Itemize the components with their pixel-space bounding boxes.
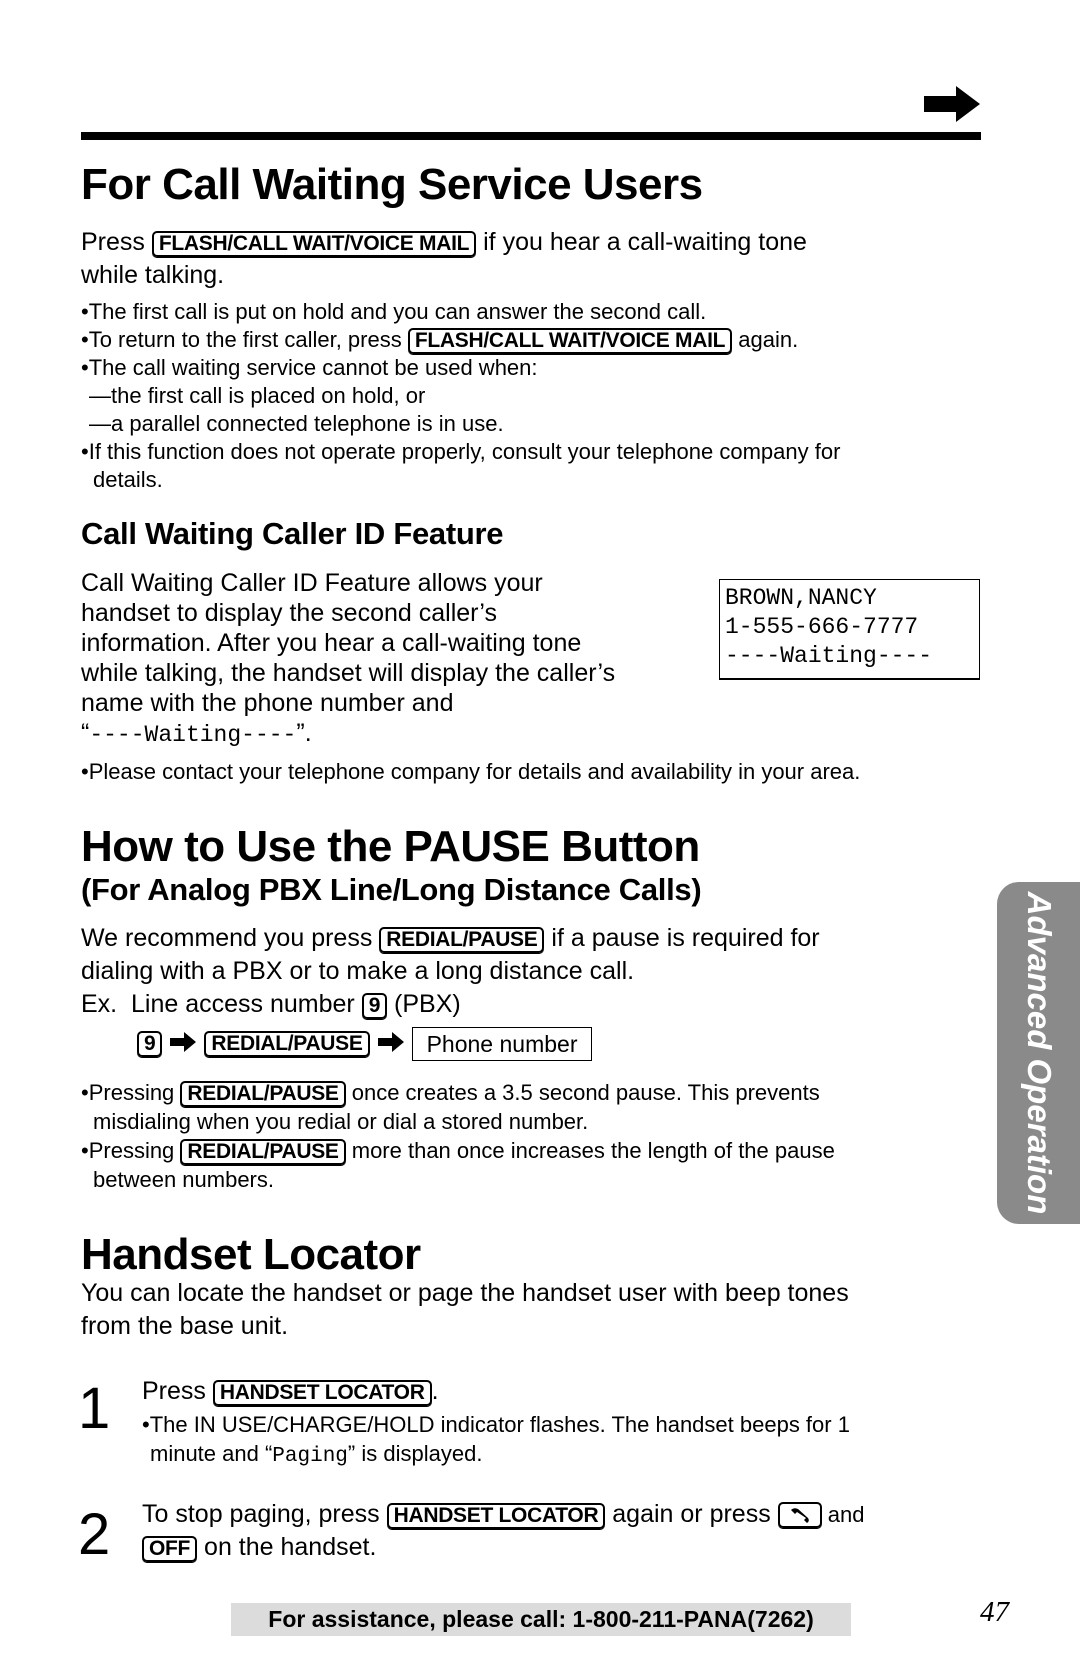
bullet-text: •Pressing <box>81 1138 181 1164</box>
step-1: Press HANDSET LOCATOR. •The IN USE/CHARG… <box>142 1374 982 1471</box>
bullet-text: •Pressing <box>81 1080 181 1105</box>
desc-line: information. After you hear a call-waiti… <box>81 629 582 657</box>
intro-line: from the base unit. <box>81 1312 289 1340</box>
bullet-text-after: more than once increases the length of t… <box>345 1138 835 1164</box>
section-side-tab: Advanced Operation <box>997 882 1080 1224</box>
paging-text: Paging <box>272 1445 348 1468</box>
step-text-after: and <box>821 1502 865 1527</box>
intro-text-after: if you hear a call-waiting tone <box>476 228 807 256</box>
redial-pause-key: REDIAL/PAUSE <box>180 1139 346 1166</box>
sub-bullet-item: —the first call is placed on hold, or <box>89 383 426 409</box>
off-key: OFF <box>142 1536 198 1563</box>
desc-line: while talking, the handset will display … <box>81 659 616 687</box>
digit-9-key: 9 <box>361 993 388 1020</box>
bullet-text-after: once creates a 3.5 second pause. This pr… <box>345 1080 820 1105</box>
pause-flow-diagram: 9 REDIAL/PAUSE Phone number <box>137 1027 593 1061</box>
display-line-number: 1-555-666-7777 <box>725 614 919 640</box>
bullet-item: •Pressing REDIAL/PAUSE more than once in… <box>81 1136 981 1166</box>
flash-call-wait-key: FLASH/CALL WAIT/VOICE MAIL <box>407 328 733 355</box>
desc-line: handset to display the second caller’s <box>81 599 498 627</box>
step-text: To stop paging, press <box>142 1500 387 1528</box>
note-text-after: ” is displayed. <box>347 1441 483 1466</box>
step-text-line2: on the handset. <box>197 1533 377 1561</box>
step-2-line2: OFF on the handset. <box>142 1531 982 1563</box>
section-title-pause: How to Use the PAUSE Button <box>81 822 700 871</box>
locator-intro: You can locate the handset or page the h… <box>81 1277 981 1343</box>
caller-id-note: •Please contact your telephone company f… <box>81 759 861 784</box>
step-1-note: •The IN USE/CHARGE/HOLD indicator flashe… <box>142 1410 982 1471</box>
step-number: 1 <box>78 1376 111 1441</box>
pause-bullets: •Pressing REDIAL/PAUSE once creates a 3.… <box>81 1078 981 1194</box>
step-text-middle: again or press <box>605 1500 778 1528</box>
bullet-item-cont: between numbers. <box>93 1167 274 1193</box>
step-number: 2 <box>78 1502 111 1567</box>
desc-line: “----Waiting----”. <box>81 718 681 750</box>
note-line: minute and “Paging” is displayed. <box>142 1439 982 1471</box>
intro-text: We recommend you press <box>81 924 380 952</box>
bullet-item-cont: misdialing when you redial or dial a sto… <box>93 1109 589 1135</box>
sub-bullet-item: —a parallel connected telephone is in us… <box>89 411 504 437</box>
bullet-item: •To return to the first caller, press FL… <box>81 326 981 355</box>
example-text: Ex. Line access number <box>81 990 362 1018</box>
waiting-text: ----Waiting---- <box>89 722 297 748</box>
section-subtitle-pause: (For Analog PBX Line/Long Distance Calls… <box>81 872 702 907</box>
bullet-item: •Pressing REDIAL/PAUSE once creates a 3.… <box>81 1078 981 1108</box>
call-waiting-intro: Press FLASH/CALL WAIT/VOICE MAIL if you … <box>81 226 981 292</box>
step-2: To stop paging, press HANDSET LOCATOR ag… <box>142 1498 982 1563</box>
side-tab-label: Advanced Operation <box>1020 891 1058 1215</box>
desc-line: Call Waiting Caller ID Feature allows yo… <box>81 569 543 597</box>
section-title-locator: Handset Locator <box>81 1230 421 1279</box>
redial-pause-key: REDIAL/PAUSE <box>180 1081 346 1108</box>
intro-text-line2: while talking. <box>81 261 225 289</box>
header-rule <box>81 132 981 140</box>
next-page-arrow-icon <box>924 86 980 127</box>
intro-text-line2: dialing with a PBX or to make a long dis… <box>81 957 635 985</box>
redial-pause-key: REDIAL/PAUSE <box>204 1030 370 1058</box>
call-waiting-bullets: •The first call is put on hold and you c… <box>81 298 981 494</box>
assistance-footer: For assistance, please call: 1-800-211-P… <box>231 1603 851 1636</box>
step-1-instruction: Press HANDSET LOCATOR. <box>142 1374 982 1408</box>
handset-locator-key: HANDSET LOCATOR <box>212 1380 432 1407</box>
step-text: Press <box>142 1377 213 1405</box>
assistance-text: For assistance, please call: 1-800-211-P… <box>268 1606 814 1632</box>
intro-text: Press <box>81 228 152 256</box>
example-text-after: (PBX) <box>387 990 461 1018</box>
digit-9-key: 9 <box>137 1030 163 1058</box>
step-2-line1: To stop paging, press HANDSET LOCATOR ag… <box>142 1498 982 1531</box>
display-line-status: ----Waiting---- <box>725 643 933 669</box>
pause-intro: We recommend you press REDIAL/PAUSE if a… <box>81 922 981 1021</box>
arrow-right-icon <box>377 1031 404 1058</box>
section-title-caller-id: Call Waiting Caller ID Feature <box>81 516 504 551</box>
desc-line: name with the phone number and <box>81 689 454 717</box>
bullet-item: •The first call is put on hold and you c… <box>81 299 707 324</box>
handset-display-example: BROWN,NANCY 1-555-666-7777 ----Waiting--… <box>719 579 980 679</box>
arrow-right-icon <box>170 1031 197 1058</box>
talk-handset-icon <box>777 1502 822 1529</box>
step-text-after: . <box>431 1377 439 1405</box>
bullet-item: •The call waiting service cannot be used… <box>81 355 538 381</box>
section-title-call-waiting: For Call Waiting Service Users <box>81 160 703 209</box>
phone-number-box: Phone number <box>411 1027 593 1061</box>
bullet-item: •If this function does not operate prope… <box>81 439 841 465</box>
display-line-name: BROWN,NANCY <box>725 585 877 611</box>
redial-pause-key: REDIAL/PAUSE <box>379 927 545 954</box>
page-number: 47 <box>980 1596 1009 1628</box>
bullet-item-cont: details. <box>93 467 163 493</box>
quote-close: ”. <box>296 719 312 747</box>
handset-locator-key: HANDSET LOCATOR <box>386 1503 606 1530</box>
note-line: •The IN USE/CHARGE/HOLD indicator flashe… <box>142 1412 850 1437</box>
bullet-text: •To return to the first caller, press <box>81 327 408 352</box>
intro-line: You can locate the handset or page the h… <box>81 1279 849 1307</box>
flash-call-wait-key: FLASH/CALL WAIT/VOICE MAIL <box>151 231 477 258</box>
bullet-text-after: again. <box>732 327 799 352</box>
intro-text-after: if a pause is required for <box>544 924 820 952</box>
note-text: minute and “ <box>150 1441 273 1466</box>
caller-id-description: Call Waiting Caller ID Feature allows yo… <box>81 568 681 750</box>
